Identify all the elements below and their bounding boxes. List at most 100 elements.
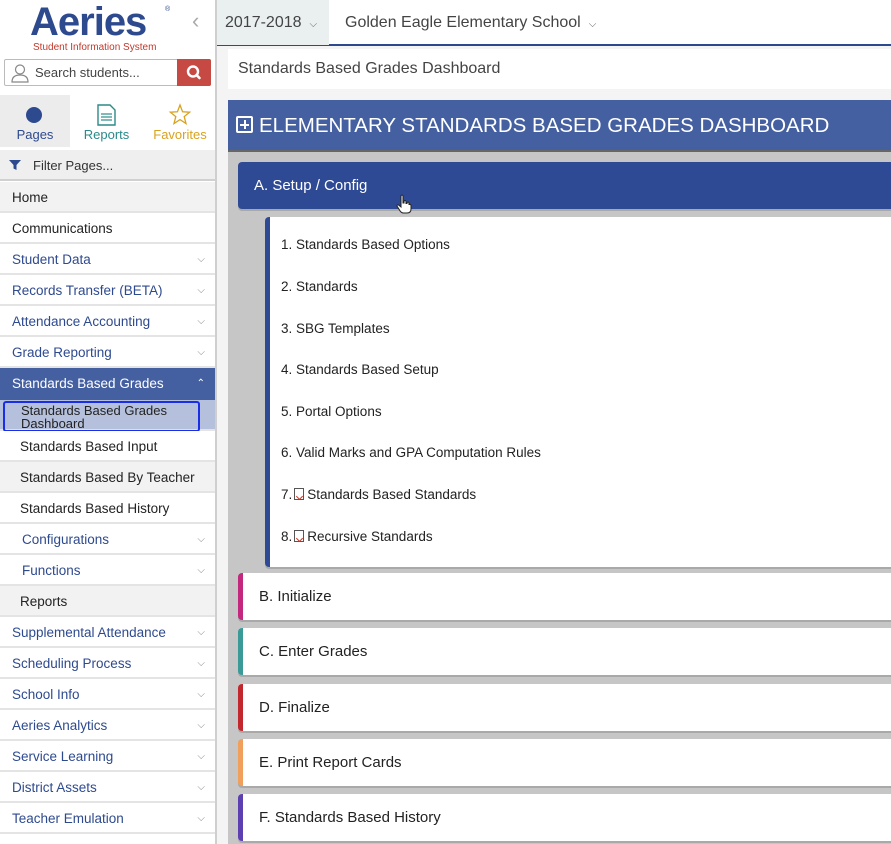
pdf-icon: [294, 530, 305, 542]
item-label: Recursive Standards: [307, 529, 433, 544]
section-label: E. Print Report Cards: [259, 754, 402, 771]
item-number: 4.: [281, 362, 293, 377]
label: Scheduling Process: [12, 656, 132, 671]
dashboard-header[interactable]: ELEMENTARY STANDARDS BASED GRADES DASHBO…: [228, 100, 891, 152]
label: Home: [12, 190, 49, 205]
section-label: F. Standards Based History: [259, 809, 441, 826]
setup-item-3[interactable]: 3. SBG Templates: [281, 321, 390, 336]
item-number: 3.: [281, 321, 293, 336]
sidebar-subitem-configurations[interactable]: Configurations ⌵: [0, 524, 215, 555]
label: Supplemental Attendance: [12, 625, 166, 640]
label: Standards Based Input: [20, 439, 158, 454]
chevron-down-icon: ⌵: [197, 627, 205, 638]
sidebar-item-supplemental-attendance[interactable]: Supplemental Attendance ⌵: [0, 617, 215, 648]
setup-item-4[interactable]: 4. Standards Based Setup: [281, 362, 439, 377]
tab-pages[interactable]: Pages: [0, 95, 70, 147]
label: School Info: [12, 687, 80, 702]
filter-placeholder: Filter Pages...: [33, 158, 114, 173]
sidebar-subitem-sb-history[interactable]: Standards Based History: [0, 493, 215, 524]
sidebar-subitem-reports[interactable]: Reports: [0, 586, 215, 617]
sidebar: Aeries ® Student Information System ‹ Pa…: [0, 0, 217, 844]
setup-item-7[interactable]: 7. Standards Based Standards: [281, 487, 476, 502]
section-print-report-cards[interactable]: E. Print Report Cards: [238, 739, 891, 786]
user-icon: [11, 64, 29, 83]
hand-pointer-cursor-icon: [396, 194, 412, 214]
sidebar-item-teacher-emulation[interactable]: Teacher Emulation ⌵: [0, 803, 215, 834]
sidebar-item-standards-based-grades[interactable]: Standards Based Grades ⌃: [0, 368, 215, 400]
sidebar-item-home[interactable]: Home: [0, 182, 215, 213]
sidebar-subitem-sb-input[interactable]: Standards Based Input: [0, 431, 215, 462]
sidebar-item-scheduling-process[interactable]: Scheduling Process ⌵: [0, 648, 215, 679]
chevron-down-icon: ⌵: [309, 19, 318, 30]
section-standards-based-history[interactable]: F. Standards Based History: [238, 794, 891, 841]
filter-icon: [9, 160, 21, 170]
chevron-down-icon: ⌵: [588, 19, 597, 30]
label: Configurations: [22, 532, 110, 547]
page-title: Standards Based Grades Dashboard: [228, 49, 891, 89]
circle-icon: [26, 107, 42, 123]
sidebar-item-communications[interactable]: Communications: [0, 213, 215, 244]
item-label: Standards Based Standards: [307, 487, 477, 502]
item-label: Standards: [296, 279, 358, 294]
item-label: SBG Templates: [296, 321, 390, 336]
setup-item-1[interactable]: 1. Standards Based Options: [281, 237, 450, 252]
dashboard-content: ELEMENTARY STANDARDS BASED GRADES DASHBO…: [228, 100, 891, 844]
sidebar-item-district-assets[interactable]: District Assets ⌵: [0, 772, 215, 803]
sidebar-item-service-learning[interactable]: Service Learning ⌵: [0, 741, 215, 772]
search-button[interactable]: [177, 59, 211, 86]
filter-pages-input[interactable]: Filter Pages...: [0, 150, 215, 181]
sidebar-item-grade-reporting[interactable]: Grade Reporting ⌵: [0, 337, 215, 368]
label: Standards Based By Teacher: [20, 470, 195, 485]
section-label: D. Finalize: [259, 699, 330, 716]
section-initialize[interactable]: B. Initialize: [238, 573, 891, 620]
item-number: 1.: [281, 237, 293, 252]
tab-favorites[interactable]: Favorites: [143, 95, 215, 147]
setup-item-6[interactable]: 6. Valid Marks and GPA Computation Rules: [281, 445, 541, 460]
sidebar-item-records-transfer[interactable]: Records Transfer (BETA) ⌵: [0, 275, 215, 306]
label: Service Learning: [12, 749, 114, 764]
sidebar-item-school-info[interactable]: School Info ⌵: [0, 679, 215, 710]
selected-item-highlight: Standards Based Grades Dashboard: [3, 401, 200, 432]
sidebar-subitem-sbg-dashboard[interactable]: Standards Based Grades Dashboard: [0, 400, 215, 432]
pdf-icon: [294, 488, 305, 500]
chevron-down-icon: ⌵: [197, 347, 205, 358]
dashboard-title: ELEMENTARY STANDARDS BASED GRADES DASHBO…: [259, 114, 830, 137]
section-finalize[interactable]: D. Finalize: [238, 684, 891, 731]
sidebar-subitem-sb-by-teacher[interactable]: Standards Based By Teacher: [0, 462, 215, 493]
sidebar-item-attendance-accounting[interactable]: Attendance Accounting ⌵: [0, 306, 215, 337]
label: District Assets: [12, 780, 97, 795]
school-year-dropdown[interactable]: 2017-2018 ⌵: [217, 0, 329, 45]
section-label: B. Initialize: [259, 588, 332, 605]
search-students-input[interactable]: [35, 62, 175, 83]
sidebar-item-student-data[interactable]: Student Data ⌵: [0, 244, 215, 275]
collapse-sidebar-chevron-left-icon[interactable]: ‹: [192, 10, 208, 34]
registered-mark: ®: [165, 6, 171, 13]
label: Teacher Emulation: [12, 811, 124, 826]
sidebar-nav: Home Communications Student Data ⌵ Record…: [0, 182, 215, 834]
chevron-down-icon: ⌵: [197, 254, 205, 265]
item-number: 7.: [281, 487, 293, 502]
chevron-up-icon: ⌃: [196, 378, 205, 389]
school-dropdown[interactable]: Golden Eagle Elementary School ⌵: [345, 0, 596, 45]
school-year-value: 2017-2018: [225, 14, 302, 31]
tab-reports-label: Reports: [83, 127, 130, 142]
sidebar-subitem-functions[interactable]: Functions ⌵: [0, 555, 215, 586]
item-number: 5.: [281, 404, 293, 419]
sidebar-item-aeries-analytics[interactable]: Aeries Analytics ⌵: [0, 710, 215, 741]
setup-item-5[interactable]: 5. Portal Options: [281, 404, 382, 419]
chevron-down-icon: ⌵: [197, 534, 205, 545]
setup-item-8[interactable]: 8. Recursive Standards: [281, 529, 433, 544]
label: Records Transfer (BETA): [12, 283, 163, 298]
section-setup-config[interactable]: A. Setup / Config: [238, 162, 891, 209]
item-number: 6.: [281, 445, 293, 460]
chevron-down-icon: ⌵: [197, 720, 205, 731]
setup-item-2[interactable]: 2. Standards: [281, 279, 358, 294]
star-icon: [168, 103, 192, 125]
item-label: Portal Options: [296, 404, 382, 419]
section-enter-grades[interactable]: C. Enter Grades: [238, 628, 891, 675]
app: Aeries ® Student Information System ‹ Pa…: [0, 0, 891, 844]
tab-reports[interactable]: Reports: [70, 95, 143, 147]
school-value: Golden Eagle Elementary School: [345, 14, 581, 31]
item-label: Valid Marks and GPA Computation Rules: [296, 445, 541, 460]
aeries-logo[interactable]: Aeries ® Student Information System: [30, 2, 180, 56]
